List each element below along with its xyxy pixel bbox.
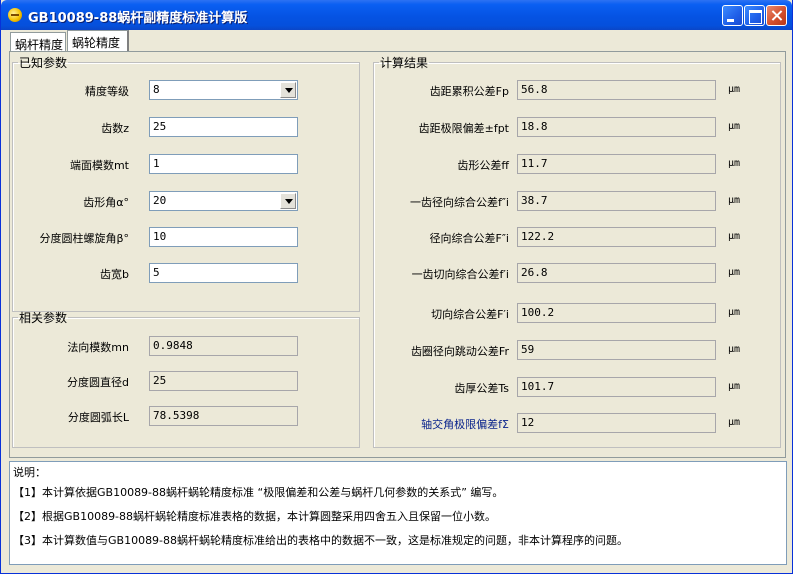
note-line: 【3】本计算数值与GB10089-88蜗杆蜗轮精度标准给出的表格中的数据不一致，… (13, 534, 629, 547)
result-label-fi-tangential-single: 一齿切向综合公差f′i (411, 268, 509, 281)
result-value-fi-tangential-total: 100.2 (517, 303, 716, 323)
tab-worm-accuracy[interactable]: 蜗杆精度 (10, 32, 66, 52)
maximize-button[interactable] (744, 5, 765, 26)
note-line: 【1】本计算依据GB10089-88蜗杆蜗轮精度标准 “极限偏差和公差与蜗杆几何… (13, 486, 504, 499)
chevron-down-icon[interactable] (280, 193, 296, 209)
results-legend: 计算结果 (380, 56, 429, 70)
notes-title: 说明： (13, 466, 46, 479)
minimize-button[interactable] (722, 5, 743, 26)
result-label-ts: 齿厚公差Ts (454, 382, 509, 395)
pitch-diameter-output: 25 (149, 371, 298, 391)
face-width-input[interactable]: 5 (149, 263, 298, 283)
result-value-fpt: 18.8 (517, 117, 716, 137)
result-value-fr: 59 (517, 340, 716, 360)
result-label-fi-radial-single: 一齿径向综合公差f″i (409, 196, 509, 209)
unit-label: μm (728, 267, 741, 278)
pitch-diameter-label: 分度圆直径d (67, 376, 129, 389)
unit-label: μm (728, 158, 741, 169)
result-label-ff: 齿形公差ff (457, 159, 509, 172)
tab-page: 已知参数 精度等级 8 齿数z 25 端面模数mt 1 齿形角α° 20 分度圆… (9, 51, 786, 458)
teeth-count-input[interactable]: 25 (149, 117, 298, 137)
notes-textarea[interactable]: 说明： 【1】本计算依据GB10089-88蜗杆蜗轮精度标准 “极限偏差和公差与… (9, 461, 787, 565)
known-params-legend: 已知参数 (19, 56, 68, 70)
title-bar[interactable]: GB10089-88蜗杆副精度标准计算版 (1, 0, 792, 30)
precision-grade-value: 8 (153, 83, 160, 96)
result-value-fi-radial-single: 38.7 (517, 191, 716, 211)
result-value-ff: 11.7 (517, 154, 716, 174)
result-value-f-sigma: 12 (517, 413, 716, 433)
result-value-fp: 56.8 (517, 80, 716, 100)
helix-angle-input[interactable]: 10 (149, 227, 298, 247)
result-label-fi-tangential-total: 切向综合公差F′i (431, 308, 509, 321)
related-params-legend: 相关参数 (19, 311, 68, 325)
unit-label: μm (728, 84, 741, 95)
pressure-angle-label: 齿形角α° (83, 196, 129, 209)
close-button[interactable] (766, 5, 787, 26)
chevron-down-icon[interactable] (280, 82, 296, 98)
result-label-f-sigma: 轴交角极限偏差fΣ (421, 418, 509, 431)
normal-module-label: 法向模数mn (67, 341, 129, 354)
unit-label: μm (728, 231, 741, 242)
unit-label: μm (728, 121, 741, 132)
result-label-fp: 齿距累积公差Fp (429, 85, 509, 98)
tab-wormwheel-accuracy[interactable]: 蜗轮精度 (67, 30, 129, 52)
unit-label: μm (728, 195, 741, 206)
unit-label: μm (728, 344, 741, 355)
precision-grade-select[interactable]: 8 (149, 80, 298, 100)
face-width-label: 齿宽b (100, 268, 129, 281)
app-icon[interactable] (8, 8, 22, 22)
unit-label: μm (728, 417, 741, 428)
result-value-ts: 101.7 (517, 377, 716, 397)
pressure-angle-value: 20 (153, 194, 167, 207)
normal-module-output: 0.9848 (149, 336, 298, 356)
pitch-arc-length-output: 78.5398 (149, 406, 298, 426)
teeth-count-label: 齿数z (101, 122, 129, 135)
pitch-arc-length-label: 分度圆弧长L (67, 411, 129, 424)
pressure-angle-select[interactable]: 20 (149, 191, 298, 211)
result-value-fi-tangential-single: 26.8 (517, 263, 716, 283)
result-label-fr: 齿圈径向跳动公差Fr (410, 345, 509, 358)
precision-grade-label: 精度等级 (85, 85, 129, 98)
result-label-fpt: 齿距极限偏差±fpt (418, 122, 509, 135)
note-line: 【2】根据GB10089-88蜗杆蜗轮精度标准表格的数据，本计算圆整采用四舍五入… (13, 510, 497, 523)
transverse-module-input[interactable]: 1 (149, 154, 298, 174)
unit-label: μm (728, 381, 741, 392)
helix-angle-label: 分度圆柱螺旋角β° (39, 232, 129, 245)
window-title: GB10089-88蜗杆副精度标准计算版 (28, 11, 248, 26)
app-window: GB10089-88蜗杆副精度标准计算版 蜗杆精度 蜗轮精度 已知参数 精度等级… (0, 0, 793, 574)
unit-label: μm (728, 307, 741, 318)
result-value-fi-radial-total: 122.2 (517, 227, 716, 247)
result-label-fi-radial-total: 径向综合公差F″i (429, 232, 510, 245)
transverse-module-label: 端面模数mt (69, 159, 129, 172)
